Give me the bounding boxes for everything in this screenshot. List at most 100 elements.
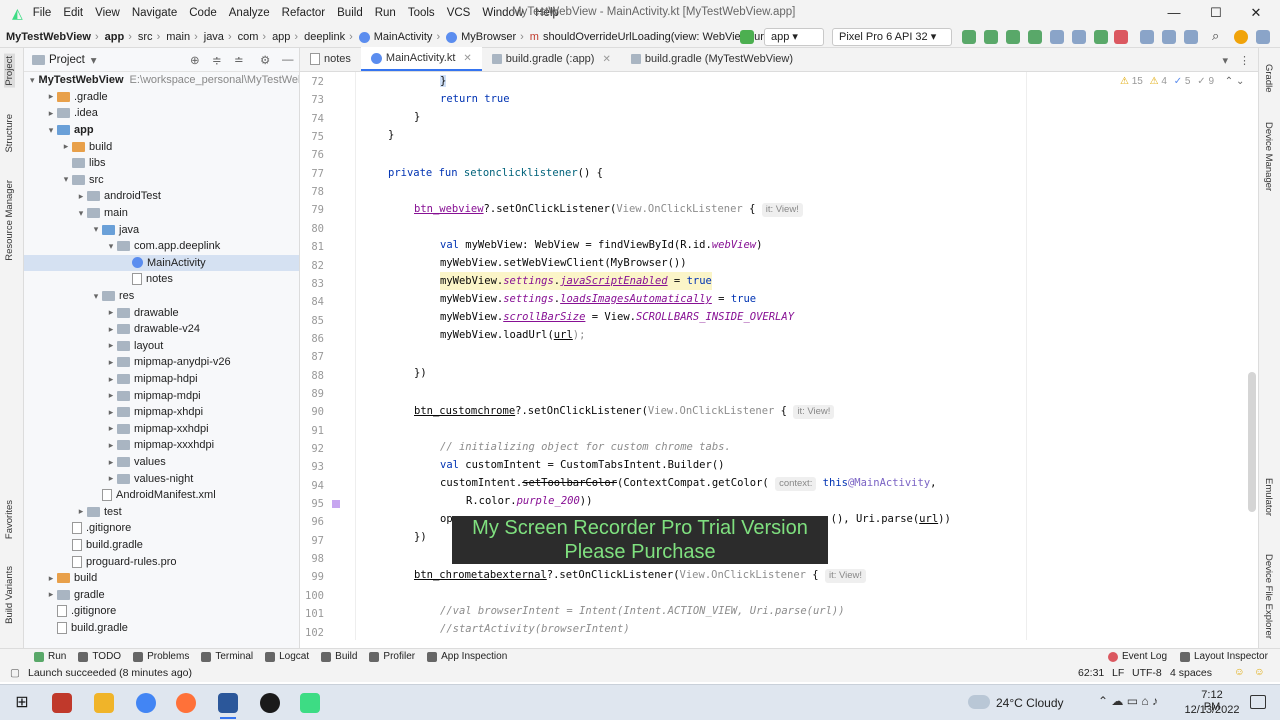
indent-setting[interactable]: 4 spaces [1170,667,1212,679]
minimize-icon[interactable]: — [1154,0,1194,26]
debug-icon[interactable] [1028,30,1042,44]
tree-item[interactable]: ▾ src [24,172,299,189]
expand-arrow-icon[interactable]: ▸ [45,573,57,584]
update-icon[interactable] [1234,30,1248,44]
expand-arrow-icon[interactable]: ▸ [105,457,117,468]
layout-inspector-tool-tab[interactable]: Layout Inspector [1180,651,1268,662]
tray-icons[interactable]: ⌃ ☁ ▭ ⌂ ♪ [1098,694,1158,708]
breadcrumb-mybrowser[interactable]: MyBrowser [461,31,516,43]
tree-item[interactable]: .gitignore [24,603,299,620]
gear-icon[interactable]: ⚙ [260,53,270,67]
tree-item[interactable]: AndroidManifest.xml [24,487,299,504]
tree-item[interactable]: ▸ mipmap-xxhdpi [24,421,299,438]
device-file-explorer-tool-tab[interactable]: Device File Explorer [1263,554,1274,639]
expand-arrow-icon[interactable]: ▸ [45,108,57,119]
expand-arrow-icon[interactable]: ▸ [105,340,117,351]
tree-item[interactable]: ▸ drawable-v24 [24,321,299,338]
tree-item[interactable]: ▸ gradle [24,587,299,604]
tree-item[interactable]: ▸ build [24,570,299,587]
tree-item[interactable]: ▸ values-night [24,470,299,487]
line-separator[interactable]: LF [1112,667,1124,679]
chevron-down-icon[interactable]: ▾ [91,53,97,67]
maximize-icon[interactable]: ☐ [1196,0,1236,26]
expand-arrow-icon[interactable]: ▸ [75,191,87,202]
expand-arrow-icon[interactable]: ▸ [105,357,117,368]
stop-icon[interactable] [1114,30,1128,44]
expand-arrow-icon[interactable]: ▾ [60,174,72,185]
chevron-down-icon[interactable]: ▾ [1222,54,1228,67]
android-studio-taskbar-icon[interactable] [300,693,320,713]
close-tab-icon[interactable]: ✕ [602,54,610,65]
expand-arrow-icon[interactable]: ▾ [45,125,57,136]
editor-scrollbar[interactable] [1248,372,1256,512]
tree-item[interactable]: ▸ mipmap-xxxhdpi [24,437,299,454]
run-tool-tab[interactable]: Run [34,651,66,662]
tree-item[interactable]: ▾ java [24,221,299,238]
breadcrumb-app-pkg[interactable]: app [272,31,290,43]
breadcrumb-app[interactable]: app [105,31,125,43]
tree-item[interactable]: ▸ .gradle [24,89,299,106]
device-select[interactable]: Pixel Pro 6 API 32 ▾ [832,28,952,46]
locate-icon[interactable]: ⊕ [190,53,200,67]
tree-item[interactable]: MainActivity [24,254,299,272]
profiler-tool-tab[interactable]: Profiler [369,651,415,662]
tree-item[interactable]: ▸ values [24,454,299,471]
tree-item[interactable]: ▸ androidTest [24,188,299,205]
sync-gradle-icon[interactable] [1140,30,1154,44]
file-explorer-icon[interactable] [94,693,114,713]
sdk-manager-icon[interactable] [1184,30,1198,44]
feedback-icon[interactable]: ☺ [1234,666,1245,678]
hammer-icon[interactable] [740,30,754,44]
coverage-icon[interactable] [1094,30,1108,44]
rerun-icon[interactable] [962,30,976,44]
tab-mainactivity[interactable]: MainActivity.kt ✕ [360,47,482,71]
tree-item[interactable]: ▸ test [24,504,299,521]
tree-item[interactable]: build.gradle [24,620,299,637]
tree-item[interactable]: ▸ layout [24,338,299,355]
expand-arrow-icon[interactable]: ▾ [105,241,117,252]
tree-item[interactable]: proguard-rules.pro [24,553,299,570]
menu-vcs[interactable]: VCS [441,7,477,19]
app-inspection-tool-tab[interactable]: App Inspection [427,651,507,662]
expand-arrow-icon[interactable]: ▾ [90,224,102,235]
tree-item[interactable]: libs [24,155,299,172]
menu-navigate[interactable]: Navigate [126,7,183,19]
tree-item[interactable]: ▸ mipmap-xhdpi [24,404,299,421]
more-options-icon[interactable]: ⋮ [1239,54,1250,67]
tree-item[interactable]: ▸ mipmap-mdpi [24,387,299,404]
expand-arrow-icon[interactable]: ▾ [75,208,87,219]
menu-edit[interactable]: Edit [57,7,89,19]
menu-file[interactable]: File [27,7,58,19]
device-manager-tool-tab[interactable]: Device Manager [1263,122,1274,191]
status-panel-icon[interactable]: ▢ [10,667,20,679]
avd-manager-icon[interactable] [1162,30,1176,44]
expand-arrow-icon[interactable]: ▸ [105,390,117,401]
expand-arrow-icon[interactable]: ▸ [105,324,117,335]
breadcrumb-com[interactable]: com [238,31,259,43]
menu-view[interactable]: View [89,7,126,19]
gradle-tool-tab[interactable]: Gradle [1263,64,1274,93]
menu-run[interactable]: Run [369,7,402,19]
close-tab-icon[interactable]: ✕ [463,53,471,64]
tree-item[interactable]: ▸ build [24,138,299,155]
menu-analyze[interactable]: Analyze [223,7,276,19]
tree-item[interactable]: .gitignore [24,520,299,537]
expand-arrow-icon[interactable]: ▾ [90,291,102,302]
tree-item[interactable]: ▸ mipmap-hdpi [24,371,299,388]
project-tool-tab[interactable]: Project [4,54,15,88]
expand-arrow-icon[interactable]: ▸ [75,506,87,517]
menu-tools[interactable]: Tools [402,7,441,19]
event-log-tool-tab[interactable]: Event Log [1108,651,1167,662]
expand-arrow-icon[interactable]: ▸ [105,423,117,434]
inspection-widget[interactable]: ⚠ 15 ⚠ 4 ✓ 5 ✓ 9 ⌃ ⌄ [1120,76,1244,87]
status-message[interactable]: Launch succeeded (8 minutes ago) [28,667,192,679]
tree-item[interactable]: ▸ .idea [24,105,299,122]
word-icon[interactable] [218,693,238,713]
tab-notes[interactable]: notes [300,47,361,71]
taskbar-date[interactable]: 12/13/2022 [1180,704,1244,716]
expand-all-icon[interactable]: ≑ [212,53,222,67]
expand-arrow-icon[interactable]: ▸ [60,141,72,152]
color-swatch-icon[interactable] [332,500,340,508]
caret-position[interactable]: 62:31 [1078,667,1104,679]
settings-icon[interactable] [1256,30,1270,44]
